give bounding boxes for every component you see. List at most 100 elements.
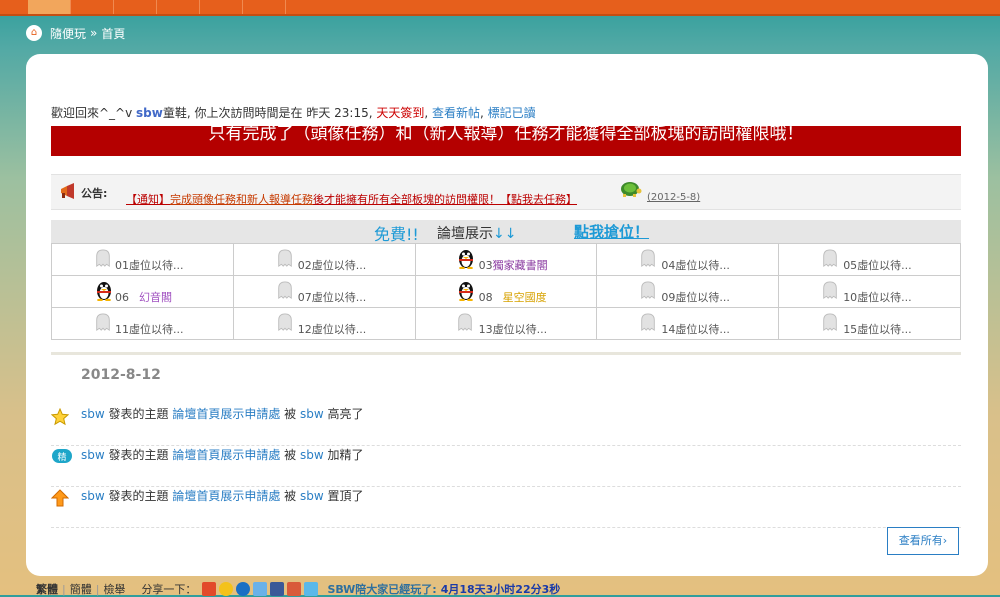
top-nav-item[interactable] — [28, 0, 71, 14]
slot-number: 05 — [843, 259, 858, 272]
checkin-link[interactable]: 天天簽到 — [376, 106, 424, 120]
task-banner: 只有完成了（頭像任務）和（新人報導）任務才能獲得全部板塊的訪問權限哦！ — [51, 126, 961, 156]
showcase-slot[interactable]: 11虛位以待... — [51, 307, 234, 340]
slot-text: 虛位以待... — [311, 323, 367, 336]
notice-task-link[interactable]: 【點我去任務】 — [500, 193, 577, 206]
activity-line: sbw 發表的主題 論壇首頁展示申請處 被 sbw 置頂了 — [81, 487, 364, 504]
qq-share-icon[interactable] — [236, 582, 251, 596]
activity-actor-link[interactable]: sbw — [300, 489, 324, 503]
activity-user-link[interactable]: sbw — [81, 489, 105, 503]
slot-text: 虛位以待... — [857, 291, 912, 304]
showcase-row: 11虛位以待... 12虛位以待... 13虛位以待... 14虛位以待... 15虛位… — [51, 307, 961, 340]
slot-text: 虛位以待... — [675, 259, 730, 272]
qzone-share-icon[interactable] — [253, 582, 268, 596]
megaphone-icon — [61, 183, 74, 199]
activity-actor-link[interactable]: sbw — [300, 407, 324, 421]
main-card: 歡迎回來^_^v sbw童鞋, 你上次訪問時間是在 昨天 23:15, 天天簽到… — [26, 54, 988, 576]
top-nav — [28, 0, 286, 14]
slot-number: 02 — [297, 259, 312, 272]
showcase-slot[interactable]: 07虛位以待... — [232, 275, 416, 308]
view-all-button[interactable]: 查看所有› — [887, 527, 959, 555]
banner-text: 只有完成了（頭像任務）和（新人報導）任務才能獲得全部板塊的訪問權限哦！ — [208, 126, 804, 144]
activity-user-link[interactable]: sbw — [81, 407, 105, 421]
top-nav-bar — [0, 0, 1000, 16]
grab-slot-link[interactable]: 點我搶位！ — [574, 221, 649, 242]
up-arrow-icon — [51, 489, 69, 507]
showcase-slot[interactable]: 02虛位以待... — [232, 243, 416, 276]
showcase-title: 論壇展示 — [437, 226, 493, 242]
slot-text: 虛位以待... — [675, 323, 730, 336]
section-divider — [51, 352, 961, 355]
showcase-slot-label: 12虛位以待... — [298, 321, 367, 337]
showcase-slot[interactable]: 09虛位以待... — [596, 275, 780, 308]
qq-penguin-icon — [458, 282, 473, 301]
notice-mid: 完成頭像任務和新人報導任務 — [170, 193, 313, 206]
activity-user-link[interactable]: sbw — [81, 448, 105, 462]
activity-item: sbw 發表的主題 論壇首頁展示申請處 被 sbw 高亮了 — [51, 405, 961, 446]
mark-read-link[interactable]: 標記已讀 — [488, 106, 536, 120]
facebook-share-icon[interactable] — [270, 582, 285, 596]
activity-by: 被 — [280, 448, 300, 462]
showcase-slot[interactable]: 05虛位以待... — [778, 243, 961, 276]
weibo-share-icon[interactable] — [202, 582, 217, 596]
plurk-share-icon[interactable] — [287, 582, 302, 596]
showcase-slot-label: 08 星空國度 — [479, 289, 547, 305]
home-icon[interactable]: ⌂ — [26, 25, 42, 41]
showcase-slot[interactable]: 03獨家藏書閣 — [414, 243, 598, 276]
showcase-slot[interactable]: 14虛位以待... — [596, 307, 780, 340]
activity-verb: 發表的主題 — [104, 407, 173, 421]
slot-text: 虛位以待... — [492, 323, 548, 336]
activity-topic-link[interactable]: 論壇首頁展示申請處 — [172, 407, 280, 421]
showcase-row: 01虛位以待... 02虛位以待... 03獨家藏書閣 04虛位以待... 05虛位以待… — [51, 243, 961, 276]
top-nav-item[interactable] — [200, 0, 243, 14]
slot-text: 虛位以待... — [857, 259, 912, 272]
comma: , — [480, 106, 488, 120]
username-link[interactable]: sbw — [136, 106, 163, 120]
digest-icon: 精 — [52, 449, 72, 463]
activity-action: 高亮了 — [323, 407, 364, 421]
digest-glyph: 精 — [57, 451, 66, 463]
showcase-slot[interactable]: 13虛位以待... — [414, 307, 598, 340]
slot-number: 12 — [297, 323, 312, 336]
breadcrumb-current: 首頁 — [101, 26, 126, 41]
placeholder-avatar-icon — [641, 313, 656, 331]
showcase-slot-label: 09虛位以待... — [661, 289, 730, 305]
placeholder-avatar-icon — [278, 249, 292, 267]
showcase-slot[interactable]: 06 幻音閣 — [51, 275, 234, 308]
placeholder-avatar-icon — [278, 313, 292, 331]
slot-number: 10 — [843, 291, 858, 304]
activity-by: 被 — [280, 489, 300, 503]
new-posts-link[interactable]: 查看新帖 — [432, 106, 480, 120]
announcement-text[interactable]: 【通知】完成頭像任務和新人報導任務後才能擁有所有全部板塊的訪問權限！【點我去任務… — [126, 191, 577, 207]
separator: | — [95, 582, 100, 596]
showcase-slot[interactable]: 15虛位以待... — [778, 307, 961, 340]
comma: , — [424, 106, 433, 120]
slot-number: 14 — [661, 323, 676, 336]
showcase-slot[interactable]: 04虛位以待... — [596, 243, 780, 276]
activity-action: 加精了 — [323, 448, 364, 462]
top-nav-item[interactable] — [243, 0, 286, 14]
activity-actor-link[interactable]: sbw — [300, 448, 324, 462]
showcase-slot[interactable]: 01虛位以待... — [51, 243, 234, 276]
breadcrumb-site[interactable]: 隨便玩 — [50, 25, 86, 42]
placeholder-avatar-icon — [96, 313, 110, 331]
slot-text: 虛位以待... — [675, 291, 730, 304]
activity-action: 置頂了 — [323, 489, 364, 503]
placeholder-avatar-icon — [457, 313, 472, 331]
activity-topic-link[interactable]: 論壇首頁展示申請處 — [172, 489, 280, 503]
showcase-slot[interactable]: 10虛位以待... — [778, 275, 961, 308]
top-nav-item[interactable] — [71, 0, 114, 14]
slot-number: 11 — [115, 323, 129, 336]
placeholder-avatar-icon — [823, 249, 837, 267]
announcement-bar: 公告: 【通知】完成頭像任務和新人報導任務後才能擁有所有全部板塊的訪問權限！【點… — [51, 174, 961, 210]
top-nav-item[interactable] — [157, 0, 200, 14]
activity-topic-link[interactable]: 論壇首頁展示申請處 — [172, 448, 280, 462]
activity-by: 被 — [280, 407, 300, 421]
showcase-slot[interactable]: 08 星空國度 — [414, 275, 598, 308]
showcase-slot[interactable]: 12虛位以待... — [232, 307, 416, 340]
twitter-share-icon[interactable] — [304, 582, 319, 596]
showcase-slot-label: 15虛位以待... — [843, 321, 912, 337]
turtle-icon — [621, 182, 642, 197]
top-nav-item[interactable] — [114, 0, 157, 14]
smiley-share-icon[interactable] — [219, 582, 234, 596]
